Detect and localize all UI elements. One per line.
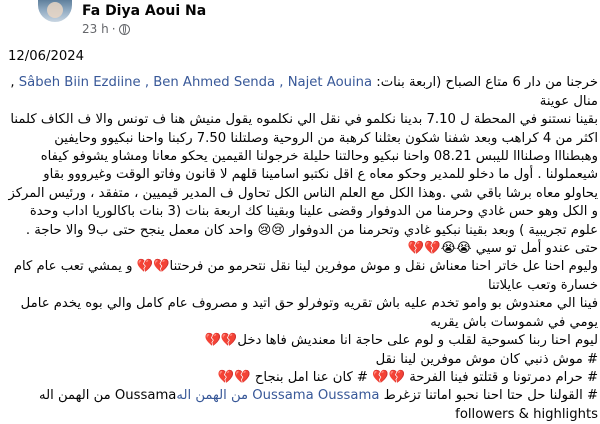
post-header: Fa Diya Aoui Na 23 h · [0,0,600,40]
author-name[interactable]: Fa Diya Aoui Na [82,3,206,19]
paragraph-families: فينا الي معندوش بو وامو تخدم عليه باش تق… [20,296,598,330]
avatar[interactable] [38,0,72,22]
hashtag-line-1: # موش ذنبي كان موش موفرين لينا نقل [375,351,598,367]
hashtag-line-3: # القولنا حل حتا احنا نحبو اماتنا تزغرط … [8,387,600,405]
post-body: 12/06/2024 خرجنا من دار 6 متاع الصباح (ا… [8,48,600,424]
tag-line[interactable]: followers & highlights [8,406,600,424]
tagged-friends[interactable]: Sâbeh Biin Ezdiine , Ben Ahmed Senda , N… [19,75,372,90]
paragraph-story: بقينا نستنو في المحطة ل 7.10 بدينا نكلمو… [8,112,598,257]
paragraph-today: ليوم احنا ربنا كسوحية لقلب و لوم على حاج… [204,333,598,349]
post-time[interactable]: 23 h [82,22,109,36]
paragraph-transport: وليوم احنا عل خاتر احنا معناش نقل و موش … [13,259,598,293]
post-meta: 23 h · [82,22,130,36]
paragraph-intro: خرجنا من دار 6 متاع الصباح (اربعة بنات: … [8,74,600,111]
meta-separator: · [111,22,116,36]
hashtag-tail: Oussama من الهمن اله [39,388,177,404]
globe-icon [118,23,130,35]
hashtag-text: # القولنا حل حتا احنا نحبو اماتنا تزغرط [379,388,598,404]
tagged-oussama[interactable]: Oussama Oussama من الهمن اله [176,388,379,403]
post-date: 12/06/2024 [8,49,85,64]
intro-text: خرجنا من دار 6 متاع الصباح (اربعة بنات: [372,75,598,91]
hashtag-line-2: # حرام دمرتونا و قتلتو فينا الفرحة 💔💔 # … [217,369,598,385]
